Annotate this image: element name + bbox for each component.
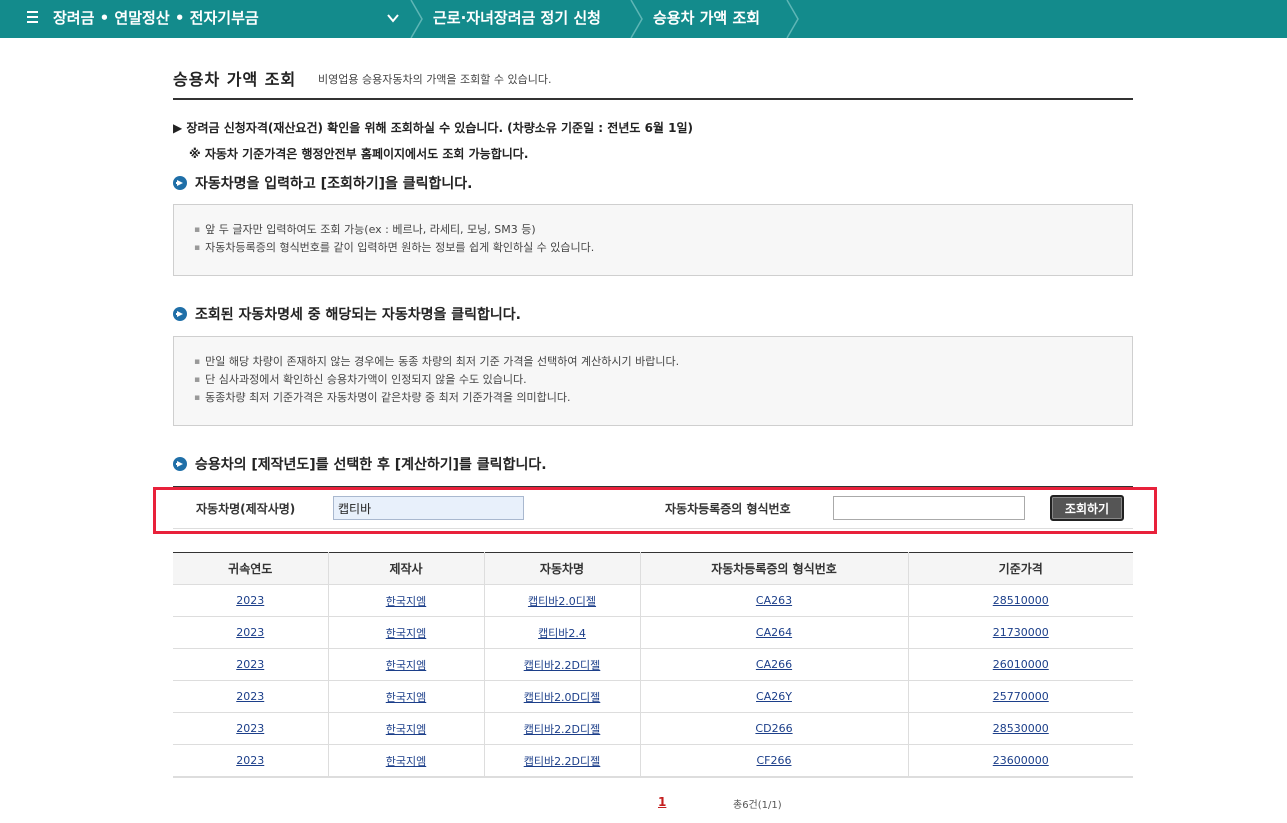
year-link[interactable]: 2023 xyxy=(236,658,264,671)
price-link[interactable]: 21730000 xyxy=(993,626,1049,639)
top-nav-bar: 장려금 • 연말정산 • 전자기부금 근로·자녀장려금 정기 신청 승용차 가액… xyxy=(0,0,1287,38)
notice-eligibility: ▶ 장려금 신청자격(재산요건) 확인을 위해 조회하실 수 있습니다. (차량… xyxy=(173,121,694,135)
price-link[interactable]: 28530000 xyxy=(993,722,1049,735)
header-car-name: 자동차명 xyxy=(484,552,641,585)
price-link[interactable]: 23600000 xyxy=(993,754,1049,767)
table-row: 2023 한국지엠 캡티바2.2D디젤 CF266 23600000 xyxy=(173,744,1133,777)
type-number-link[interactable]: CA266 xyxy=(756,658,792,671)
info-item: 앞 두 글자만 입력하여도 조회 가능(ex : 베르나, 라세티, 모닝, S… xyxy=(194,221,1112,239)
car-name-link[interactable]: 캡티바2.0디젤 xyxy=(528,595,596,608)
search-button[interactable]: 조회하기 xyxy=(1050,495,1124,521)
table-row: 2023 한국지엠 캡티바2.2D디젤 CA266 26010000 xyxy=(173,648,1133,681)
step-1-heading: 자동차명을 입력하고 [조회하기]을 클릭합니다. xyxy=(173,173,472,193)
car-name-link[interactable]: 캡티바2.0D디젤 xyxy=(524,691,601,704)
breadcrumb-item-eitc[interactable]: 근로·자녀장려금 정기 신청 xyxy=(433,0,601,38)
year-link[interactable]: 2023 xyxy=(236,690,264,703)
car-name-label: 자동차명(제작사명) xyxy=(196,502,296,516)
type-number-label: 자동차등록증의 형식번호 xyxy=(665,502,791,516)
page-link-current[interactable]: 1 xyxy=(658,795,666,809)
breadcrumb-separator-icon xyxy=(786,0,799,38)
table-bottom-rule xyxy=(173,776,1133,778)
type-number-input[interactable] xyxy=(833,496,1025,520)
step-2-heading: 조회된 자동차명세 중 해당되는 자동차명을 클릭합니다. xyxy=(173,304,521,324)
page-title: 승용차 가액 조회 xyxy=(173,70,297,89)
results-table: 귀속연도 제작사 자동차명 자동차등록증의 형식번호 기준가격 2023 한국지… xyxy=(173,552,1133,777)
header-year: 귀속연도 xyxy=(173,552,329,585)
type-number-link[interactable]: CA26Y xyxy=(756,690,792,703)
nav-menu-title[interactable]: 장려금 • 연말정산 • 전자기부금 xyxy=(53,0,259,38)
step-3-title: 승용차의 [제작년도]를 선택한 후 [계산하기]를 클릭합니다. xyxy=(195,457,547,473)
table-row: 2023 한국지엠 캡티바2.4 CA264 21730000 xyxy=(173,616,1133,649)
arrow-circle-icon xyxy=(173,307,187,321)
car-name-input[interactable] xyxy=(333,496,524,520)
step-2-title: 조회된 자동차명세 중 해당되는 자동차명을 클릭합니다. xyxy=(195,307,521,323)
title-divider xyxy=(173,98,1133,100)
type-number-link[interactable]: CF266 xyxy=(756,754,791,767)
car-name-link[interactable]: 캡티바2.2D디젤 xyxy=(524,659,601,672)
type-number-link[interactable]: CA263 xyxy=(756,594,792,607)
result-count: 총6건(1/1) xyxy=(733,800,782,811)
maker-link[interactable]: 한국지엠 xyxy=(386,659,426,672)
header-maker: 제작사 xyxy=(328,552,485,585)
info-item: 단 심사과정에서 확인하신 승용차가액이 인정되지 않을 수도 있습니다. xyxy=(194,371,1112,389)
step-1-info-box: 앞 두 글자만 입력하여도 조회 가능(ex : 베르나, 라세티, 모닝, S… xyxy=(173,204,1133,276)
chevron-down-icon[interactable] xyxy=(386,11,400,25)
breadcrumb-separator-icon xyxy=(630,0,643,38)
car-name-link[interactable]: 캡티바2.2D디젤 xyxy=(524,755,601,768)
car-name-link[interactable]: 캡티바2.4 xyxy=(538,627,586,640)
breadcrumb-item-current[interactable]: 승용차 가액 조회 xyxy=(653,0,760,38)
breadcrumb-separator-icon xyxy=(410,0,423,38)
arrow-circle-icon xyxy=(173,457,187,471)
year-link[interactable]: 2023 xyxy=(236,754,264,767)
table-header-row: 귀속연도 제작사 자동차명 자동차등록증의 형식번호 기준가격 xyxy=(173,552,1133,585)
maker-link[interactable]: 한국지엠 xyxy=(386,595,426,608)
table-row: 2023 한국지엠 캡티바2.0D디젤 CA26Y 25770000 xyxy=(173,680,1133,713)
hamburger-menu-icon[interactable] xyxy=(27,11,39,25)
table-row: 2023 한국지엠 캡티바2.2D디젤 CD266 28530000 xyxy=(173,712,1133,745)
maker-link[interactable]: 한국지엠 xyxy=(386,627,426,640)
search-form: 자동차명(제작사명) 자동차등록증의 형식번호 조회하기 xyxy=(173,487,1133,529)
maker-link[interactable]: 한국지엠 xyxy=(386,755,426,768)
type-number-link[interactable]: CD266 xyxy=(755,722,792,735)
info-item: 자동차등록증의 형식번호를 같이 입력하면 원하는 정보를 쉽게 확인하실 수 … xyxy=(194,239,1112,257)
year-link[interactable]: 2023 xyxy=(236,626,264,639)
maker-link[interactable]: 한국지엠 xyxy=(386,723,426,736)
price-link[interactable]: 26010000 xyxy=(993,658,1049,671)
car-name-link[interactable]: 캡티바2.2D디젤 xyxy=(524,723,601,736)
header-type-number: 자동차등록증의 형식번호 xyxy=(640,552,909,585)
type-number-link[interactable]: CA264 xyxy=(756,626,792,639)
header-base-price: 기준가격 xyxy=(908,552,1133,585)
maker-link[interactable]: 한국지엠 xyxy=(386,691,426,704)
info-item: 만일 해당 차량이 존재하지 않는 경우에는 동종 차량의 최저 기준 가격을 … xyxy=(194,353,1112,371)
price-link[interactable]: 25770000 xyxy=(993,690,1049,703)
arrow-circle-icon xyxy=(173,176,187,190)
price-link[interactable]: 28510000 xyxy=(993,594,1049,607)
table-row: 2023 한국지엠 캡티바2.0디젤 CA263 28510000 xyxy=(173,584,1133,617)
year-link[interactable]: 2023 xyxy=(236,722,264,735)
step-1-title: 자동차명을 입력하고 [조회하기]을 클릭합니다. xyxy=(195,176,473,192)
step-2-info-box: 만일 해당 차량이 존재하지 않는 경우에는 동종 차량의 최저 기준 가격을 … xyxy=(173,336,1133,426)
notice-reference: ※ 자동차 기준가격은 행정안전부 홈페이지에서도 조회 가능합니다. xyxy=(189,147,529,161)
step-3-heading: 승용차의 [제작년도]를 선택한 후 [계산하기]를 클릭합니다. xyxy=(173,454,547,474)
page-description: 비영업용 승용자동차의 가액을 조회할 수 있습니다. xyxy=(318,73,552,86)
year-link[interactable]: 2023 xyxy=(236,594,264,607)
info-item: 동종차량 최저 기준가격은 자동차명이 같은차량 중 최저 기준가격을 의미합니… xyxy=(194,389,1112,407)
